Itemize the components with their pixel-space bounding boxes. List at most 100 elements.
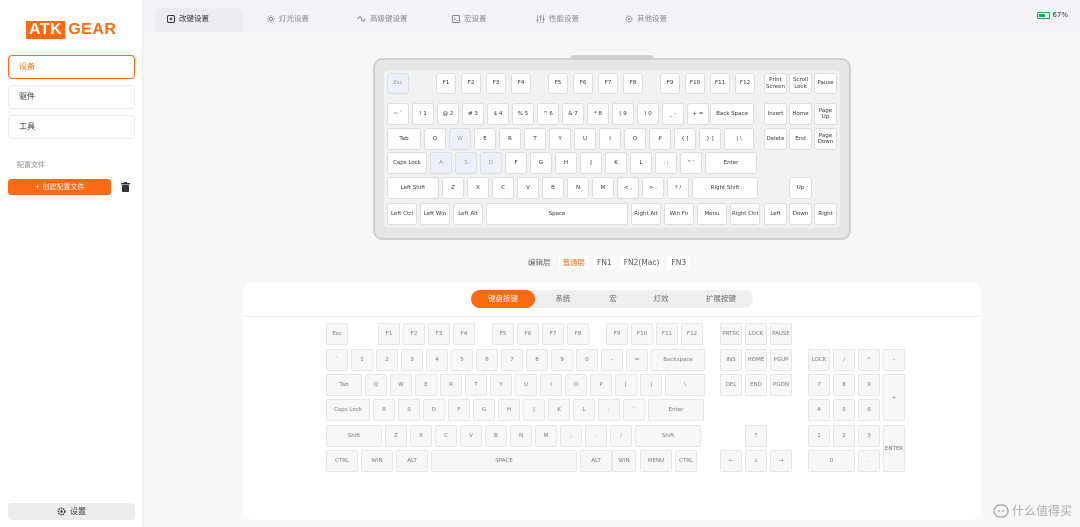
- picker-key-symbol[interactable]: ;: [598, 399, 620, 421]
- tab-advanced-keys[interactable]: 高级键设置: [357, 8, 408, 32]
- picker-key-symbol[interactable]: =: [626, 349, 648, 371]
- preview-key-f3[interactable]: F3: [486, 73, 506, 94]
- picker-key-enter[interactable]: Enter: [648, 399, 704, 421]
- picker-key-0[interactable]: 0: [576, 349, 598, 371]
- picker-key-symbol[interactable]: →: [770, 450, 792, 472]
- preview-key-f4[interactable]: F4: [511, 73, 531, 94]
- preview-key-win-fn[interactable]: Win Fn: [664, 203, 694, 225]
- preview-key-scroll-lock[interactable]: Scroll Lock: [789, 73, 812, 94]
- preview-key-tab[interactable]: Tab: [387, 128, 421, 150]
- preview-key-symbol[interactable]: { [: [674, 128, 696, 150]
- preview-key-end[interactable]: End: [789, 128, 812, 150]
- picker-key-win[interactable]: WIN: [361, 450, 393, 472]
- preview-key-left-shift[interactable]: Left Shift: [387, 177, 439, 199]
- picker-key-7[interactable]: 7: [808, 374, 830, 396]
- picker-key-symbol[interactable]: /: [833, 349, 855, 371]
- picker-key-f5[interactable]: F5: [492, 323, 514, 345]
- picker-key-home[interactable]: HOME: [745, 349, 767, 371]
- create-profile-button[interactable]: + 创建配置文件: [8, 179, 111, 195]
- preview-key-left-ctrl[interactable]: Left Ctrl: [387, 203, 417, 225]
- preview-key-r[interactable]: R: [499, 128, 521, 150]
- tab-lighting[interactable]: 灯光设置: [267, 8, 309, 32]
- preview-key-m[interactable]: M: [592, 177, 614, 199]
- sidebar-item-tools[interactable]: 工具: [8, 115, 135, 139]
- preview-key-o[interactable]: O: [624, 128, 646, 150]
- preview-key-symbol[interactable]: " ': [680, 152, 702, 174]
- preview-key-f5[interactable]: F5: [548, 73, 568, 94]
- preview-key-f10[interactable]: F10: [685, 73, 705, 94]
- picker-key-space[interactable]: SPACE: [431, 450, 577, 472]
- preview-key-w[interactable]: W: [449, 128, 471, 150]
- picker-key-symbol[interactable]: \: [665, 374, 705, 396]
- layer-fn1[interactable]: FN1: [593, 256, 616, 270]
- preview-key-caps-lock[interactable]: Caps Lock: [387, 152, 427, 174]
- picker-key-del[interactable]: DEL: [720, 374, 742, 396]
- picker-key-f3[interactable]: F3: [428, 323, 450, 345]
- picker-key-symbol[interactable]: `: [326, 349, 348, 371]
- picker-key-symbol[interactable]: ,: [560, 425, 582, 447]
- picker-key-pgdn[interactable]: PGDN: [770, 374, 792, 396]
- preview-key-f6[interactable]: F6: [573, 73, 593, 94]
- preview-key-k[interactable]: K: [605, 152, 627, 174]
- picker-key-h[interactable]: H: [498, 399, 520, 421]
- preview-key-f1[interactable]: F1: [436, 73, 456, 94]
- preview-key-space[interactable]: Space: [486, 203, 628, 225]
- preview-key-symbol[interactable]: ? /: [667, 177, 689, 199]
- picker-key-x[interactable]: X: [410, 425, 432, 447]
- preview-key-l[interactable]: L: [630, 152, 652, 174]
- preview-key-n[interactable]: N: [567, 177, 589, 199]
- picker-key-2[interactable]: 2: [833, 425, 855, 447]
- picker-key-end[interactable]: END: [745, 374, 767, 396]
- picker-key-3[interactable]: 3: [401, 349, 423, 371]
- picker-key-1[interactable]: 1: [351, 349, 373, 371]
- preview-key-s[interactable]: S: [455, 152, 477, 174]
- picker-key-lock[interactable]: LOCK: [745, 323, 767, 345]
- picker-key-i[interactable]: I: [540, 374, 562, 396]
- picker-key-f8[interactable]: F8: [567, 323, 589, 345]
- picker-key-b[interactable]: B: [485, 425, 507, 447]
- picker-key-prtsc[interactable]: PRTSC: [720, 323, 742, 345]
- tab-remap[interactable]: 改键设置: [155, 8, 243, 32]
- picker-key-7[interactable]: 7: [501, 349, 523, 371]
- picker-key-9[interactable]: 9: [858, 374, 880, 396]
- picker-key-f9[interactable]: F9: [606, 323, 628, 345]
- picker-key-f7[interactable]: F7: [542, 323, 564, 345]
- preview-key-f7[interactable]: F7: [598, 73, 618, 94]
- picker-key-symbol[interactable]: ]: [640, 374, 662, 396]
- preview-key-esc[interactable]: Esc: [387, 73, 409, 94]
- picker-key-symbol[interactable]: /: [610, 425, 632, 447]
- preview-key-c[interactable]: C: [492, 177, 514, 199]
- picker-key-0[interactable]: 0: [808, 450, 855, 472]
- preview-key-i[interactable]: I: [599, 128, 621, 150]
- preview-key-b[interactable]: B: [542, 177, 564, 199]
- picker-key-f10[interactable]: F10: [631, 323, 653, 345]
- picker-key-alt[interactable]: ALT: [396, 450, 428, 472]
- picker-key-k[interactable]: K: [548, 399, 570, 421]
- picker-key-tab[interactable]: Tab: [326, 374, 362, 396]
- picker-key-backspace[interactable]: Backspace: [651, 349, 705, 371]
- picker-key-caps-lock[interactable]: Caps Lock: [326, 399, 370, 421]
- preview-key-8[interactable]: * 8: [587, 103, 609, 125]
- preview-key-f9[interactable]: F9: [660, 73, 680, 94]
- preview-key-6[interactable]: ^ 6: [537, 103, 559, 125]
- picker-key-symbol[interactable]: +: [883, 374, 905, 421]
- preview-key-page-down[interactable]: Page Down: [814, 128, 837, 150]
- layer-fn2-mac[interactable]: FN2(Mac): [619, 256, 664, 270]
- picker-key-lock[interactable]: LOCK: [808, 349, 830, 371]
- preview-key-p[interactable]: P: [649, 128, 671, 150]
- preview-key-a[interactable]: A: [430, 152, 452, 174]
- preview-key-home[interactable]: Home: [789, 103, 812, 125]
- picker-key-f11[interactable]: F11: [656, 323, 678, 345]
- picker-key-9[interactable]: 9: [551, 349, 573, 371]
- picker-key-4[interactable]: 4: [808, 399, 830, 421]
- picker-key-enter[interactable]: ENTER: [883, 425, 905, 472]
- preview-key-symbol[interactable]: _ -: [662, 103, 684, 125]
- subtab-system[interactable]: 系统: [543, 290, 583, 308]
- picker-key-esc[interactable]: Esc: [326, 323, 348, 345]
- picker-key-n[interactable]: N: [510, 425, 532, 447]
- picker-key-z[interactable]: Z: [385, 425, 407, 447]
- preview-key-t[interactable]: T: [524, 128, 546, 150]
- picker-key-ins[interactable]: INS: [720, 349, 742, 371]
- preview-key-back-space[interactable]: Back Space: [710, 103, 754, 125]
- picker-key-pause[interactable]: PAUSE: [770, 323, 792, 345]
